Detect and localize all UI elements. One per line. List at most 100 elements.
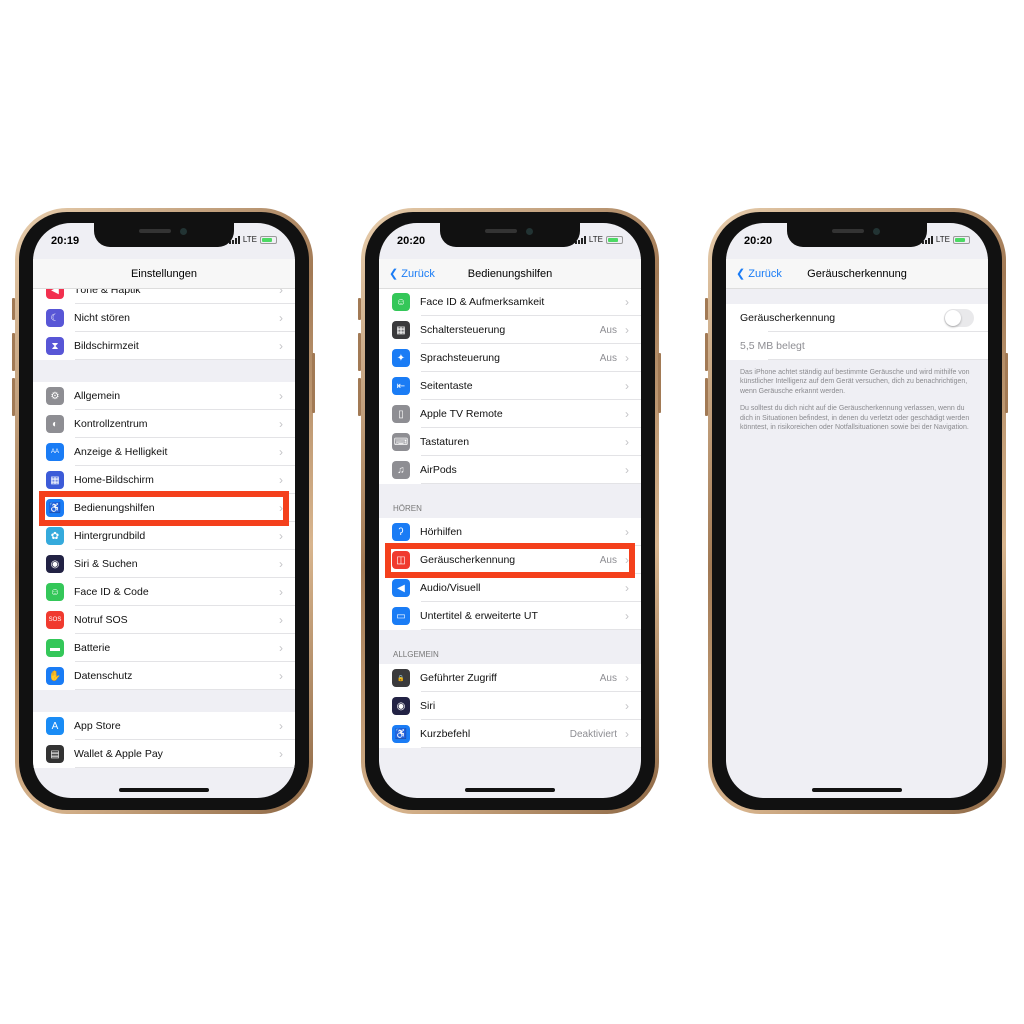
mute-switch[interactable] — [358, 298, 361, 320]
chevron-right-icon: › — [625, 463, 629, 477]
settings-row-untertitel-erweiterte-ut[interactable]: ▭ Untertitel & erweiterte UT › — [379, 602, 641, 630]
settings-row-face-id-aufmerksamkeit[interactable]: ☺ Face ID & Aufmerksamkeit › — [379, 288, 641, 316]
volume-down-button[interactable] — [12, 378, 15, 416]
settings-row-hintergrundbild[interactable]: ✿ Hintergrundbild › — [33, 522, 295, 550]
settings-row-seitentaste[interactable]: ⇤ Seitentaste › — [379, 372, 641, 400]
row-label: Datenschutz — [74, 670, 133, 682]
switches-icon: ◐ — [46, 415, 64, 433]
settings-row-audio-visuell[interactable]: ◀ Audio/Visuell › — [379, 574, 641, 602]
navigation-bar: ❮ Zurück Bedienungshilfen — [379, 259, 641, 289]
settings-row-home-bildschirm[interactable]: ▦ Home-Bildschirm › — [33, 466, 295, 494]
status-time: 20:19 — [51, 235, 80, 247]
chevron-right-icon: › — [625, 323, 629, 337]
settings-row-notruf-sos[interactable]: SOS Notruf SOS › — [33, 606, 295, 634]
chevron-right-icon: › — [625, 295, 629, 309]
chevron-right-icon: › — [279, 473, 283, 487]
network-type: LTE — [588, 235, 603, 244]
section-header: HÖREN — [393, 504, 422, 513]
home-indicator[interactable] — [812, 788, 902, 792]
settings-row-datenschutz[interactable]: ✋ Datenschutz › — [33, 662, 295, 690]
settings-row-kurzbefehl[interactable]: ♿ Kurzbefehl Deaktiviert › — [379, 720, 641, 748]
row-label: Nicht stören — [74, 312, 131, 324]
chevron-right-icon: › — [625, 727, 629, 741]
chevron-right-icon: › — [625, 525, 629, 539]
chevron-right-icon: › — [625, 553, 629, 567]
battery-icon — [260, 235, 277, 244]
row-label: Kurzbefehl — [420, 728, 471, 740]
settings-row-nicht-stören[interactable]: ☾ Nicht stören › — [33, 304, 295, 332]
volume-up-button[interactable] — [705, 333, 708, 371]
settings-row-batterie[interactable]: ▬ Batterie › — [33, 634, 295, 662]
chevron-right-icon: › — [279, 557, 283, 571]
status-indicators: LTE — [228, 235, 277, 244]
settings-row-apple-tv-remote[interactable]: ▯ Apple TV Remote › — [379, 400, 641, 428]
chevron-right-icon: › — [625, 699, 629, 713]
gear-icon: ⚙ — [46, 387, 64, 405]
row-value: Aus — [599, 324, 617, 336]
navigation-bar: Einstellungen — [33, 259, 295, 289]
settings-row-bedienungshilfen[interactable]: ♿ Bedienungshilfen › — [33, 491, 295, 526]
storage-used: 5,5 MB belegt — [740, 340, 805, 352]
settings-row-wallet-apple-pay[interactable]: ▤ Wallet & Apple Pay › — [33, 740, 295, 768]
settings-row-siri-suchen[interactable]: ◉ Siri & Suchen › — [33, 550, 295, 578]
volume-down-button[interactable] — [358, 378, 361, 416]
notch — [440, 223, 580, 247]
row-label: Schaltersteuerung — [420, 324, 506, 336]
network-type: LTE — [935, 235, 950, 244]
chevron-right-icon: › — [279, 501, 283, 515]
mute-switch[interactable] — [12, 298, 15, 320]
settings-row-airpods[interactable]: ♫ AirPods › — [379, 456, 641, 484]
chevron-right-icon: › — [279, 641, 283, 655]
settings-row-geräuscherkennung[interactable]: ◫ Geräuscherkennung Aus › — [379, 543, 641, 578]
settings-row-sprachsteuerung[interactable]: ✦ Sprachsteuerung Aus › — [379, 344, 641, 372]
hourglass-icon: ⧗ — [46, 337, 64, 355]
footer-paragraph: Du solltest du dich nicht auf die Geräus… — [740, 405, 970, 432]
settings-row-face-id-code[interactable]: ☺ Face ID & Code › — [33, 578, 295, 606]
settings-row-anzeige-helligkeit[interactable]: AA Anzeige & Helligkeit › — [33, 438, 295, 466]
volume-up-button[interactable] — [358, 333, 361, 371]
row-label: Bildschirmzeit — [74, 340, 139, 352]
side-button[interactable] — [658, 353, 661, 413]
row-label: App Store — [74, 720, 121, 732]
row-value: Aus — [599, 352, 617, 364]
chevron-right-icon: › — [625, 435, 629, 449]
mute-switch[interactable] — [705, 298, 708, 320]
side-button[interactable] — [312, 353, 315, 413]
siri-icon: ◉ — [392, 697, 410, 715]
sound-recognition-toggle-row[interactable]: Geräuscherkennung — [726, 304, 988, 332]
settings-row-hörhilfen[interactable]: ʔ Hörhilfen › — [379, 518, 641, 546]
settings-row-bildschirmzeit[interactable]: ⧗ Bildschirmzeit › — [33, 332, 295, 360]
speaker-grille — [139, 229, 171, 233]
battery-icon — [606, 235, 623, 244]
accessibility-icon: ♿ — [392, 725, 410, 743]
row-label: Hörhilfen — [420, 526, 463, 538]
switch-control-icon: ▦ — [392, 321, 410, 339]
settings-row-schaltersteuerung[interactable]: ▦ Schaltersteuerung Aus › — [379, 316, 641, 344]
volume-up-button[interactable] — [12, 333, 15, 371]
side-button[interactable] — [1005, 353, 1008, 413]
settings-row-geführter-zugriff[interactable]: 🔒 Geführter Zugriff Aus › — [379, 664, 641, 692]
home-indicator[interactable] — [119, 788, 209, 792]
storage-row: 5,5 MB belegt — [726, 332, 988, 360]
settings-row-tastaturen[interactable]: ⌨ Tastaturen › — [379, 428, 641, 456]
status-indicators: LTE — [921, 235, 970, 244]
chevron-right-icon: › — [625, 671, 629, 685]
sound-recognition-toggle[interactable] — [944, 309, 974, 327]
row-label: Seitentaste — [420, 380, 473, 392]
chevron-right-icon: › — [279, 311, 283, 325]
settings-list: ◀ Töne & Haptik › ☾ Nicht stören › ⧗ Bildschirm… — [33, 276, 295, 768]
app-store-icon: A — [46, 717, 64, 735]
remote-icon: ▯ — [392, 405, 410, 423]
settings-row-allgemein[interactable]: ⚙ Allgemein › — [33, 382, 295, 410]
row-label: Geräuscherkennung — [420, 554, 516, 566]
settings-row-kontrollzentrum[interactable]: ◐ Kontrollzentrum › — [33, 410, 295, 438]
settings-row-siri[interactable]: ◉ Siri › — [379, 692, 641, 720]
settings-row-app-store[interactable]: A App Store › — [33, 712, 295, 740]
home-indicator[interactable] — [465, 788, 555, 792]
page-title: Einstellungen — [130, 268, 198, 280]
flower-icon: ✿ — [46, 527, 64, 545]
bezel: 20:19 LTE Einstellungen ◀ Töne & Haptik › ☾ Nic… — [19, 212, 309, 810]
accessibility-icon: ♿ — [46, 499, 64, 517]
chevron-right-icon: › — [279, 417, 283, 431]
volume-down-button[interactable] — [705, 378, 708, 416]
